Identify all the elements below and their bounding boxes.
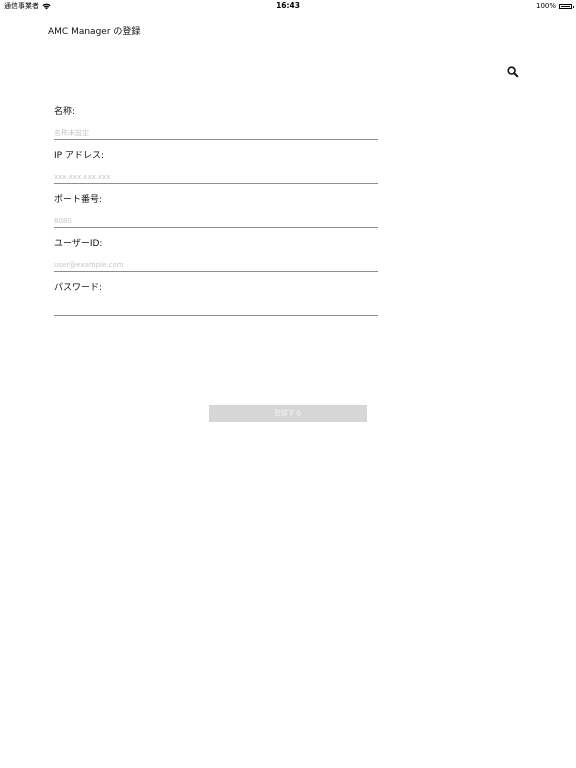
name-label: 名称:	[54, 107, 76, 117]
search-icon	[507, 66, 519, 78]
port-underline	[54, 227, 378, 228]
password-underline	[54, 315, 378, 316]
search-button[interactable]	[506, 64, 520, 78]
password-input[interactable]	[54, 302, 378, 315]
battery-percent: 100%	[535, 2, 556, 10]
port-field: ポート番号:	[54, 192, 378, 236]
ip-address-input[interactable]	[54, 170, 378, 183]
status-right: 100%	[535, 0, 574, 12]
battery-icon	[559, 3, 574, 9]
registration-form: 名称: IP アドレス: ポート番号: ユーザーID: パスワード:	[54, 104, 378, 324]
user-id-underline	[54, 271, 378, 272]
ip-address-underline	[54, 183, 378, 184]
password-label: パスワード:	[54, 283, 103, 293]
user-id-input[interactable]	[54, 258, 378, 271]
page-title: AMC Manager の登録	[48, 27, 141, 37]
ip-address-field: IP アドレス:	[54, 148, 378, 192]
ip-address-label: IP アドレス:	[54, 151, 104, 161]
user-id-field: ユーザーID:	[54, 236, 378, 280]
port-label: ポート番号:	[54, 195, 103, 205]
register-button[interactable]: 登録する	[209, 405, 367, 422]
password-field: パスワード:	[54, 280, 378, 324]
user-id-label: ユーザーID:	[54, 239, 103, 249]
status-time: 16:43	[276, 1, 300, 10]
name-underline	[54, 139, 378, 140]
name-input[interactable]	[54, 126, 378, 139]
status-bar: 通信事業者 16:43 100%	[0, 0, 576, 12]
name-field: 名称:	[54, 104, 378, 148]
port-input[interactable]	[54, 214, 378, 227]
